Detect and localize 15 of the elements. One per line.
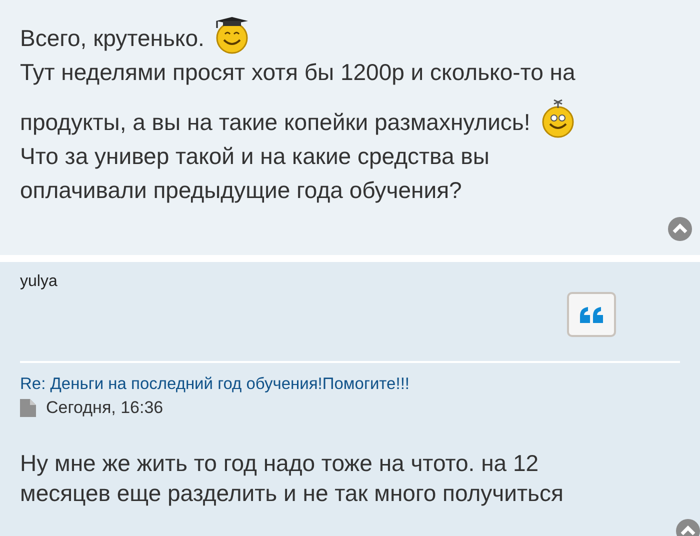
quote-button[interactable]	[567, 292, 616, 337]
scroll-up-icon[interactable]	[676, 519, 700, 536]
post-text-line: месяцев еще разделить и не так много получиться	[20, 479, 564, 508]
post-date: Сегодня, 16:36	[46, 397, 164, 420]
post-text-line: Всего, крутенько.	[20, 24, 204, 53]
quote-icon	[578, 306, 604, 324]
scroll-up-icon[interactable]	[668, 217, 692, 241]
post-text-line: Тут неделями просят хотя бы 1200р и сколько-то на	[20, 58, 576, 87]
post-text-line: Что за универ такой и на какие средства вы	[20, 142, 490, 171]
post-text-line: Ну мне же жить то год надо тоже на чтото. на 12	[20, 449, 539, 478]
author-name[interactable]: yulya	[20, 272, 58, 292]
post-text-line: оплачивали предыдущие года обучения?	[20, 176, 462, 205]
post-text-line: продукты, а вы на такие копейки размахнулись!	[20, 108, 530, 137]
post-title-link[interactable]: Re: Деньги на последний год обучения!Помогите!!!	[20, 373, 410, 395]
document-icon	[20, 399, 36, 417]
